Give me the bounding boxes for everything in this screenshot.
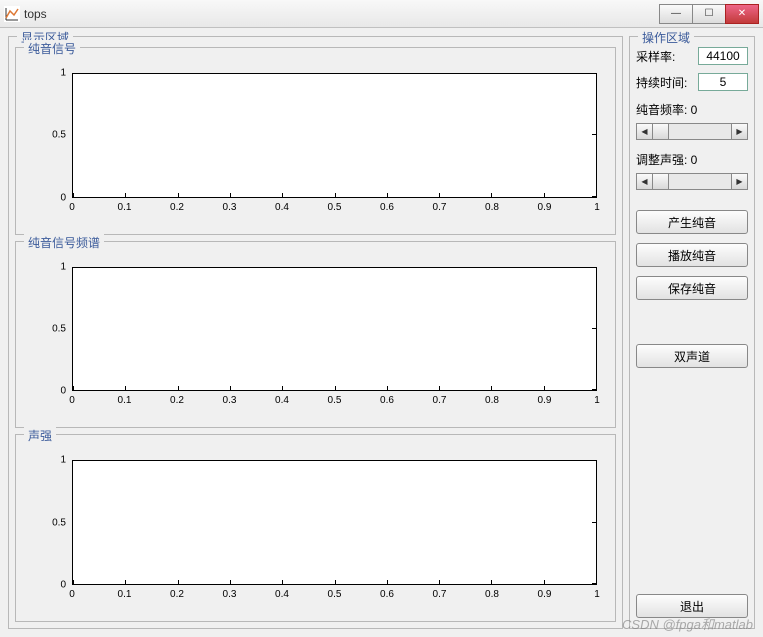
y-tick-label: 0: [60, 580, 66, 591]
y-tick-label: 0: [60, 386, 66, 397]
duration-label: 持续时间:: [636, 74, 694, 91]
y-tick-label: 1: [60, 261, 66, 272]
x-tick-label: 0.2: [170, 395, 184, 406]
app-icon: [4, 6, 20, 22]
frequency-slider[interactable]: ◀ ▶: [636, 123, 748, 140]
y-tick-label: 0: [60, 192, 66, 203]
arrow-left-icon[interactable]: ◀: [637, 174, 653, 189]
x-tick-label: 0.4: [275, 202, 289, 213]
y-tick-label: 0.5: [52, 130, 66, 141]
chart-group-signal: 纯音信号 00.10.20.30.40.50.60.70.80.91 00.51: [15, 47, 616, 235]
chart-group-spectrum: 纯音信号频谱 00.10.20.30.40.50.60.70.80.91 00.…: [15, 241, 616, 429]
x-tick-label: 1: [594, 395, 600, 406]
y-tick-label: 0.5: [52, 324, 66, 335]
y-tick-label: 1: [60, 68, 66, 79]
x-tick-label: 0: [69, 589, 75, 600]
x-tick-label: 0.1: [118, 395, 132, 406]
y-tick-label: 1: [60, 455, 66, 466]
x-tick-label: 0.7: [433, 589, 447, 600]
x-tick-label: 0.3: [223, 395, 237, 406]
x-tick-label: 0.8: [485, 589, 499, 600]
arrow-right-icon[interactable]: ▶: [731, 124, 747, 139]
save-button[interactable]: 保存纯音: [636, 276, 748, 300]
window-title: tops: [24, 7, 656, 21]
x-tick-label: 0.6: [380, 589, 394, 600]
x-tick-label: 0.2: [170, 589, 184, 600]
x-tick-label: 0.3: [223, 202, 237, 213]
x-tick-label: 0.1: [118, 589, 132, 600]
x-tick-label: 0.5: [328, 395, 342, 406]
x-tick-label: 0.8: [485, 202, 499, 213]
display-area-group: 显示区域 纯音信号 00.10.20.30.40.50.60.70.80.91 …: [8, 36, 623, 629]
arrow-right-icon[interactable]: ▶: [731, 174, 747, 189]
x-tick-label: 0.8: [485, 395, 499, 406]
chart-title: 声强: [24, 427, 56, 444]
arrow-left-icon[interactable]: ◀: [637, 124, 653, 139]
close-button[interactable]: ✕: [725, 4, 759, 24]
x-tick-label: 0.9: [538, 589, 552, 600]
chart-title: 纯音信号: [24, 40, 80, 57]
chart-axes: 0 0.1 0.2 0.3 0.4 0.5 0.6 0.7 0.8 0.9 1 0 0.5 1: [22, 445, 609, 615]
x-tick-label: 0.6: [380, 395, 394, 406]
maximize-button[interactable]: ☐: [692, 4, 726, 24]
x-tick-label: 0.9: [538, 395, 552, 406]
intensity-slider[interactable]: ◀ ▶: [636, 173, 748, 190]
sample-rate-input[interactable]: [698, 47, 748, 65]
watermark: CSDN @fpga和matlab: [622, 614, 753, 633]
x-tick-label: 1: [594, 589, 600, 600]
x-tick-label: 0.7: [433, 202, 447, 213]
chart-axes: 0 0.1 0.2 0.3 0.4 0.5 0.6 0.7 0.8 0.9 1 0 0.5 1: [22, 252, 609, 422]
x-tick-label: 0: [69, 395, 75, 406]
x-tick-label: 0.4: [275, 589, 289, 600]
generate-button[interactable]: 产生纯音: [636, 210, 748, 234]
minimize-button[interactable]: —: [659, 4, 693, 24]
operation-area-title: 操作区域: [638, 29, 694, 46]
chart-title: 纯音信号频谱: [24, 234, 104, 251]
play-button[interactable]: 播放纯音: [636, 243, 748, 267]
duration-input[interactable]: [698, 73, 748, 91]
stereo-button[interactable]: 双声道: [636, 344, 748, 368]
x-tick-label: 0.1: [118, 202, 132, 213]
x-tick-label: 0.5: [328, 202, 342, 213]
y-tick-label: 0.5: [52, 517, 66, 528]
x-tick-label: 0.7: [433, 395, 447, 406]
frequency-label: 纯音频率: 0: [636, 101, 748, 118]
x-tick-label: 0: [69, 202, 75, 213]
x-tick-label: 0.2: [170, 202, 184, 213]
x-tick-label: 1: [594, 202, 600, 213]
x-tick-label: 0.3: [223, 589, 237, 600]
titlebar: tops — ☐ ✕: [0, 0, 763, 28]
operation-area-group: 操作区域 采样率: 持续时间: 纯音频率: 0 ◀ ▶ 调整声强: 0 ◀ ▶ …: [629, 36, 755, 629]
x-tick-label: 0.6: [380, 202, 394, 213]
sample-rate-label: 采样率:: [636, 48, 694, 65]
x-tick-label: 0.9: [538, 202, 552, 213]
chart-axes: 0 0.1 0.2 0.3 0.4 0.5 0.6 0.7 0.8 0.9 1 0 0.5 1: [22, 58, 609, 228]
intensity-label: 调整声强: 0: [636, 151, 748, 168]
chart-group-intensity: 声强 00.10.20.30.40.50.60.70.80.91 00.51: [15, 434, 616, 622]
x-tick-label: 0.5: [328, 589, 342, 600]
x-tick-label: 0.4: [275, 395, 289, 406]
